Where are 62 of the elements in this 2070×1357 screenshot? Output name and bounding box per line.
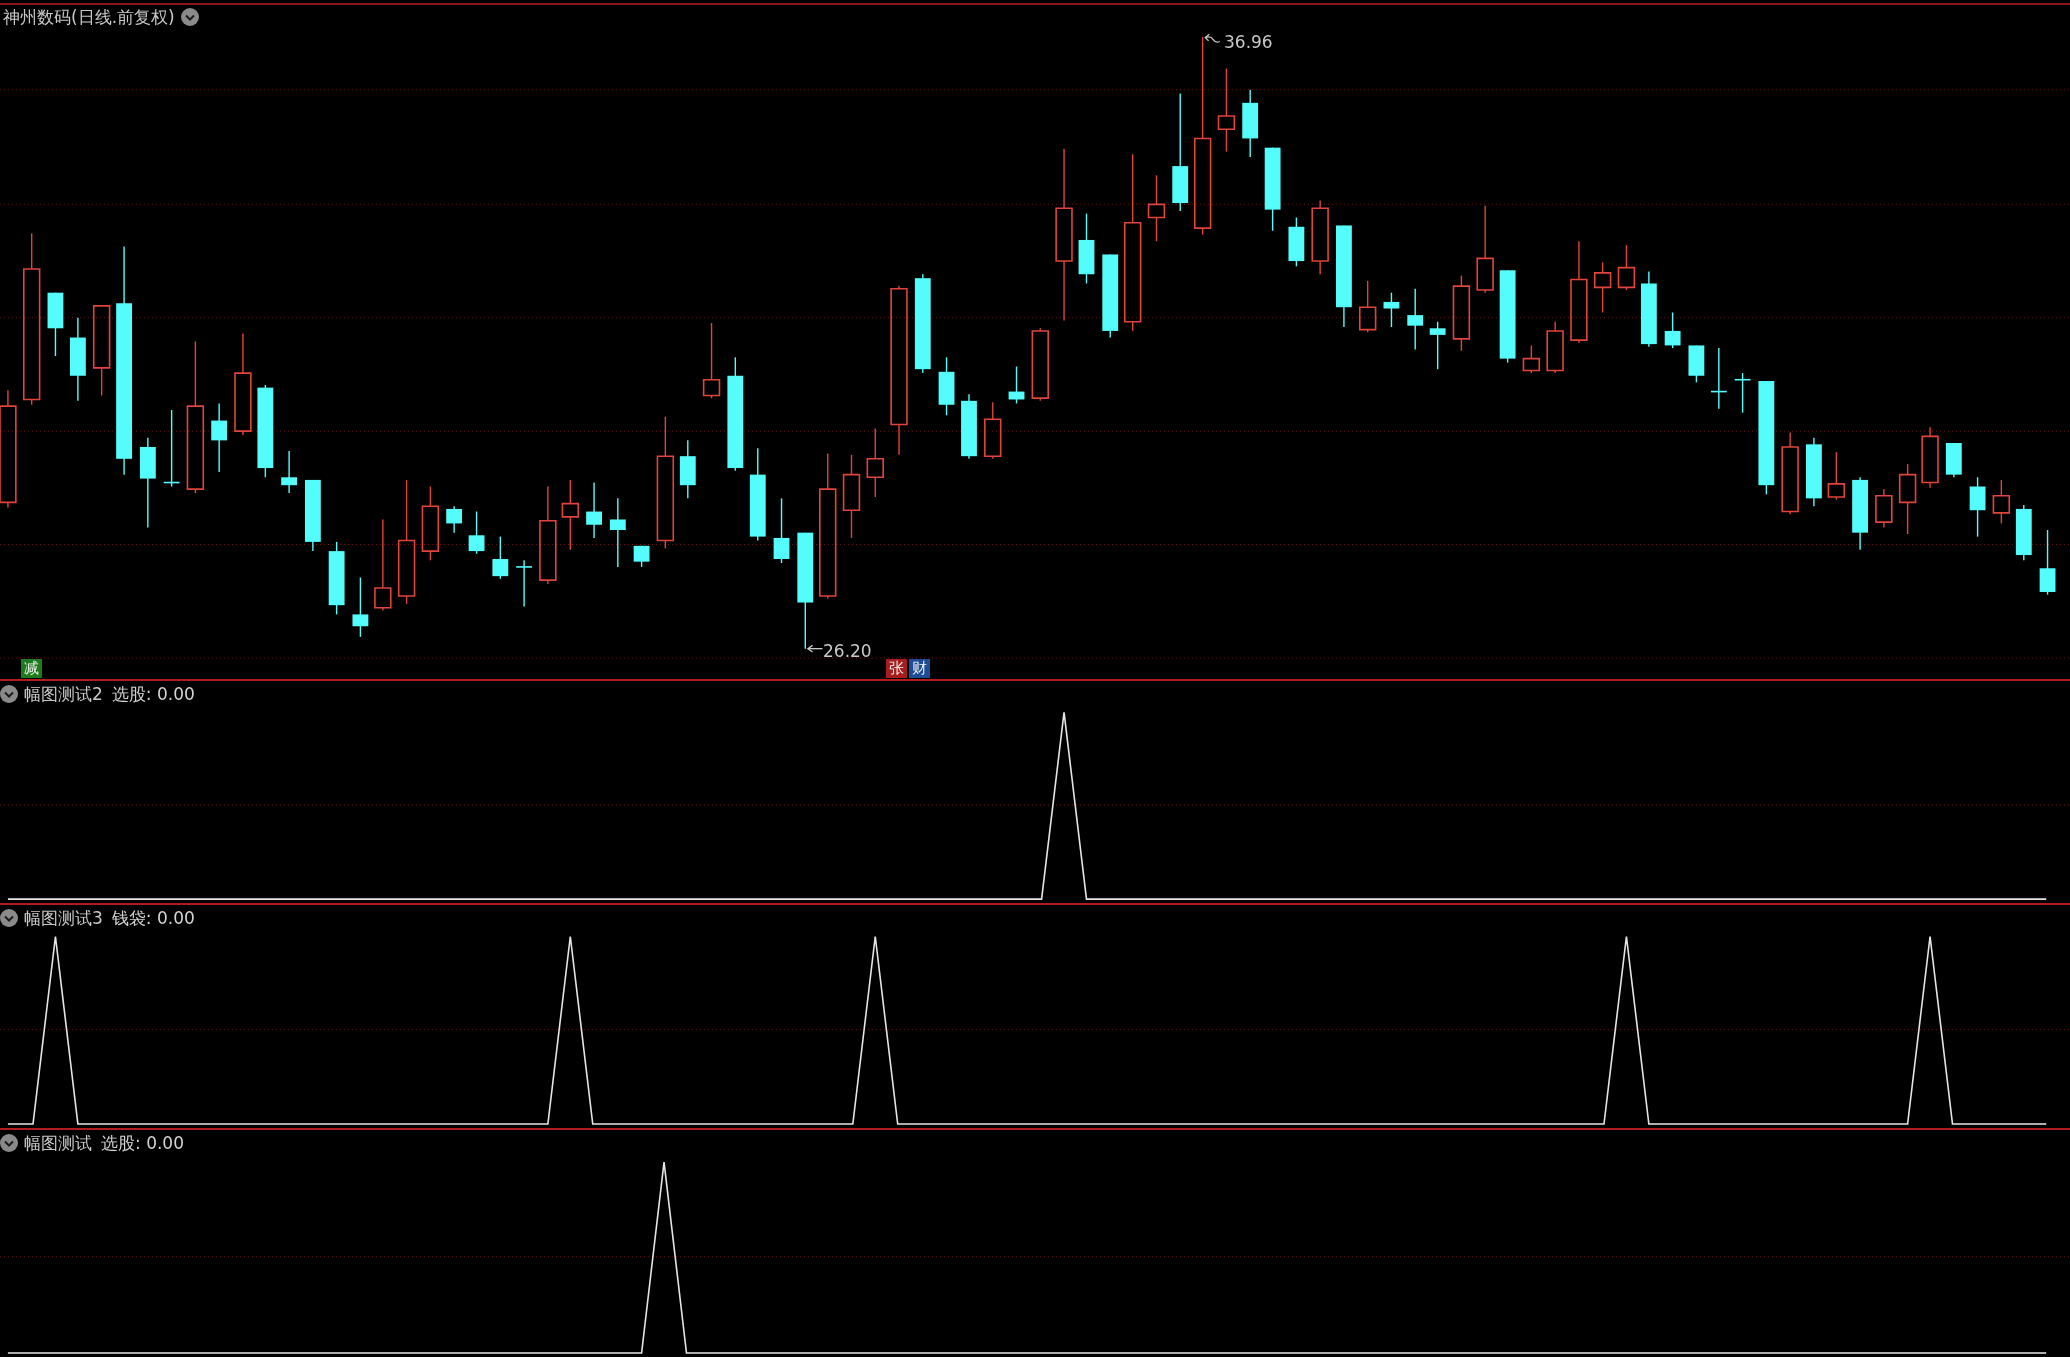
- indicator-reading: 钱袋: 0.00: [111, 908, 195, 928]
- rising-candle: [1546, 321, 1564, 374]
- rising-candle: [1921, 426, 1939, 489]
- falling-candle: [1664, 311, 1681, 349]
- falling-candle: [1688, 344, 1705, 384]
- falling-candle: [773, 497, 790, 564]
- rising-candle: [1617, 244, 1636, 291]
- indicator-reading: 选股: 0.00: [101, 1133, 184, 1153]
- falling-candle: [633, 545, 650, 568]
- falling-candle: [515, 559, 533, 608]
- falling-candle: [1945, 442, 1962, 478]
- rising-candle: [1875, 488, 1893, 529]
- low-price-label: 26.20: [823, 641, 872, 661]
- chevron-circle-icon[interactable]: [0, 685, 18, 703]
- falling-candle: [609, 497, 626, 568]
- falling-candle: [1969, 476, 1986, 538]
- falling-candle: [1710, 347, 1728, 410]
- falling-candle: [1008, 365, 1025, 405]
- rising-candle: [1358, 280, 1377, 333]
- falling-candle: [211, 402, 228, 473]
- falling-candle: [47, 292, 64, 357]
- falling-candle: [1429, 321, 1446, 370]
- rising-candle: [866, 427, 884, 498]
- chevron-circle-icon[interactable]: [180, 8, 199, 26]
- chevron-circle-icon[interactable]: [0, 909, 18, 927]
- falling-candle: [938, 356, 955, 416]
- falling-candle: [446, 505, 463, 534]
- rising-candle: [984, 401, 1002, 460]
- falling-candle: [2039, 529, 2056, 596]
- falling-candle: [1383, 292, 1400, 328]
- falling-candle: [586, 481, 602, 539]
- leader-arrow: [806, 644, 824, 653]
- high-price-label: 36.96: [1224, 32, 1273, 52]
- falling-candle: [1805, 437, 1822, 507]
- chart-title: 神州数码(日线.前复权): [3, 7, 175, 27]
- indicator-title: 幅图测试2: [24, 684, 103, 704]
- falling-candle: [679, 439, 696, 500]
- rising-candle: [1147, 174, 1166, 242]
- falling-candle: [1733, 372, 1752, 414]
- falling-candle: [1288, 216, 1305, 268]
- rising-candle: [1593, 261, 1612, 314]
- indicator-title: 幅图测试3: [24, 908, 103, 928]
- signal-tag: 财: [909, 659, 930, 678]
- rising-candle: [1898, 463, 1917, 535]
- rising-candle: [1827, 451, 1846, 501]
- indicator-reading: 选股: 0.00: [111, 684, 195, 704]
- falling-candle: [2015, 504, 2032, 562]
- signal-tag: 张: [886, 659, 907, 678]
- falling-candle: [492, 535, 509, 580]
- falling-candle: [1242, 88, 1259, 158]
- chevron-circle-icon[interactable]: [0, 1134, 18, 1152]
- leader-arrow: [1204, 33, 1221, 43]
- rising-candle: [1522, 344, 1541, 374]
- falling-candle: [468, 510, 485, 555]
- indicator-title: 幅图测试: [24, 1133, 92, 1153]
- falling-candle: [281, 450, 298, 494]
- falling-candle: [961, 393, 977, 460]
- rising-candle: [561, 479, 580, 551]
- signal-tag: 减: [21, 659, 42, 678]
- rising-candle: [1992, 479, 2011, 525]
- falling-candle: [1407, 288, 1424, 351]
- falling-candle: [352, 576, 369, 638]
